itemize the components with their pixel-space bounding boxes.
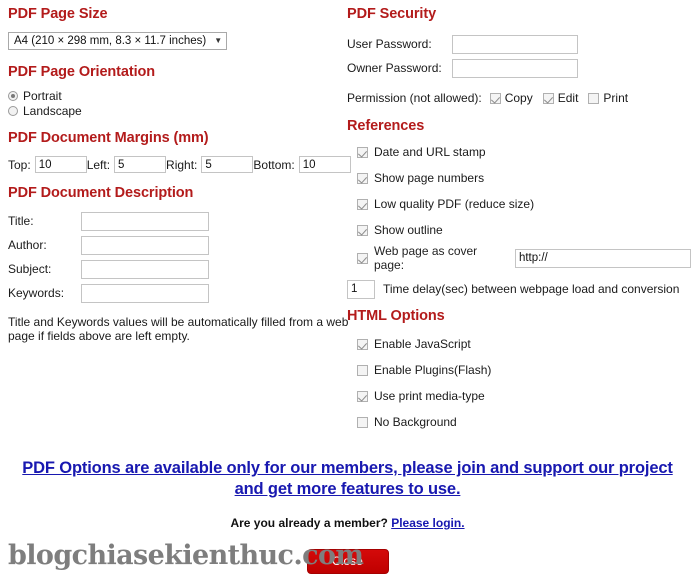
left-column: PDF Page Size A4 (210 × 298 mm, 8.3 × 11… (8, 6, 351, 343)
checkbox-show-outline-icon[interactable] (357, 224, 368, 236)
chevron-down-icon: ▼ (214, 36, 223, 45)
owner-password-label: Owner Password: (347, 61, 442, 75)
description-label-title: Title: (8, 214, 34, 228)
description-input-author[interactable] (81, 235, 209, 255)
checkbox-use-print-media-type-icon[interactable] (357, 390, 368, 402)
permission-label-edit: Edit (557, 91, 579, 105)
description-row-subject: Subject: (8, 257, 344, 281)
description-label-keywords: Keywords: (8, 286, 65, 300)
membership-promo-link[interactable]: PDF Options are available only for our m… (0, 450, 695, 500)
section-heading-pdf-document-margins: PDF Document Margins (mm) (8, 130, 209, 146)
section-heading-pdf-page-orientation: PDF Page Orientation (8, 64, 156, 80)
checkbox-enable-plugins-icon[interactable] (357, 364, 368, 376)
section-heading-html-options: HTML Options (347, 308, 445, 324)
checkbox-edit-icon[interactable] (542, 92, 554, 104)
description-input-title[interactable] (81, 211, 209, 231)
checkbox-row-show-outline[interactable]: Show outline (357, 222, 691, 238)
section-heading-pdf-page-size: PDF Page Size (8, 6, 108, 22)
checkbox-row-enable-plugins[interactable]: Enable Plugins(Flash) (357, 362, 691, 378)
checkbox-date-url-stamp-icon[interactable] (357, 146, 368, 158)
pdf-options-dialog: PDF Page Size A4 (210 × 298 mm, 8.3 × 11… (0, 0, 695, 582)
checkbox-low-quality-pdf-icon[interactable] (357, 198, 368, 210)
margin-label-top: Top: (8, 157, 31, 172)
checkbox-label-enable-plugins: Enable Plugins(Flash) (374, 363, 492, 377)
page-size-select-value: A4 (210 × 298 mm, 8.3 × 11.7 inches) (14, 35, 207, 47)
time-delay-label: Time delay(sec) between webpage load and… (383, 282, 680, 296)
section-heading-pdf-security: PDF Security (347, 6, 437, 22)
radio-row-landscape[interactable]: Landscape (8, 103, 344, 118)
description-note: Title and Keywords values will be automa… (8, 315, 349, 343)
description-row-keywords: Keywords: (8, 281, 344, 305)
user-password-input[interactable] (452, 34, 578, 54)
permission-row: Permission (not allowed): Copy Edit Prin… (347, 90, 691, 106)
checkbox-label-show-page-numbers: Show page numbers (374, 171, 485, 185)
margin-input-right[interactable] (201, 156, 254, 173)
permission-item-print[interactable]: Print (588, 91, 628, 105)
user-password-row: User Password: (347, 32, 691, 56)
description-input-subject[interactable] (81, 259, 209, 279)
permission-item-edit[interactable]: Edit (542, 91, 579, 105)
radio-landscape-icon[interactable] (8, 105, 18, 116)
checkbox-show-page-numbers-icon[interactable] (357, 172, 368, 184)
user-password-label: User Password: (347, 37, 432, 51)
checkbox-label-use-print-media-type: Use print media-type (374, 389, 485, 403)
checkbox-enable-javascript-icon[interactable] (357, 338, 368, 350)
owner-password-input[interactable] (452, 58, 578, 78)
permission-item-copy[interactable]: Copy (489, 91, 533, 105)
member-question-text: Are you already a member? (230, 516, 388, 530)
description-input-keywords[interactable] (81, 283, 209, 303)
time-delay-input[interactable] (347, 279, 375, 299)
section-heading-references: References (347, 118, 425, 134)
checkbox-row-low-quality-pdf[interactable]: Low quality PDF (reduce size) (357, 196, 691, 212)
checkbox-row-use-print-media-type[interactable]: Use print media-type (357, 388, 691, 404)
checkbox-row-no-background[interactable]: No Background (357, 414, 691, 430)
margin-input-left[interactable] (114, 156, 167, 173)
description-row-title: Title: (8, 209, 344, 233)
description-row-author: Author: (8, 233, 344, 257)
checkbox-label-cover-page: Web page as cover page: (374, 244, 478, 272)
login-link[interactable]: Please login. (391, 516, 464, 530)
checkbox-label-show-outline: Show outline (374, 223, 443, 237)
margin-label-bottom: Bottom: (253, 157, 295, 172)
radio-row-portrait[interactable]: Portrait (8, 88, 344, 103)
watermark: blogchiasekienthuc.com (8, 540, 364, 571)
member-question-row: Are you already a member? Please login. (0, 516, 695, 530)
checkbox-row-show-page-numbers[interactable]: Show page numbers (357, 170, 691, 186)
margin-label-right: Right: (166, 157, 198, 172)
permission-label: Permission (not allowed): (347, 91, 482, 105)
margin-label-left: Left: (86, 157, 111, 172)
radio-label-landscape: Landscape (23, 103, 82, 118)
page-size-select[interactable]: A4 (210 × 298 mm, 8.3 × 11.7 inches) ▼ (8, 32, 228, 50)
checkbox-label-low-quality-pdf: Low quality PDF (reduce size) (374, 197, 535, 211)
checkbox-row-enable-javascript[interactable]: Enable JavaScript (357, 336, 691, 352)
margin-input-top[interactable] (34, 156, 87, 173)
owner-password-row: Owner Password: (347, 56, 691, 80)
radio-portrait-icon[interactable] (8, 90, 18, 101)
right-column: PDF Security User Password: Owner Passwo… (347, 6, 691, 430)
permission-label-print: Print (603, 91, 629, 105)
cover-page-url-input[interactable] (514, 248, 691, 268)
checkbox-label-no-background: No Background (374, 415, 457, 429)
checkbox-label-date-url-stamp: Date and URL stamp (374, 145, 486, 159)
permission-label-copy: Copy (504, 91, 533, 105)
checkbox-label-enable-javascript: Enable JavaScript (374, 337, 471, 351)
description-label-author: Author: (8, 238, 47, 252)
checkbox-no-background-icon[interactable] (357, 416, 368, 428)
checkbox-row-cover-page[interactable]: Web page as cover page: (357, 244, 691, 272)
checkbox-print-icon[interactable] (588, 92, 600, 104)
checkbox-cover-page-icon[interactable] (357, 252, 368, 264)
references-list: Date and URL stamp Show page numbers Low… (347, 144, 691, 272)
section-heading-pdf-document-description: PDF Document Description (8, 185, 194, 201)
margin-input-bottom[interactable] (298, 156, 351, 173)
time-delay-row: Time delay(sec) between webpage load and… (347, 278, 691, 300)
description-label-subject: Subject: (8, 262, 52, 276)
margins-row: Top: Left: Right: Bottom: (8, 156, 351, 173)
checkbox-row-date-url-stamp[interactable]: Date and URL stamp (357, 144, 691, 160)
checkbox-copy-icon[interactable] (489, 92, 501, 104)
radio-label-portrait: Portrait (23, 88, 62, 103)
html-options-list: Enable JavaScript Enable Plugins(Flash) … (347, 336, 691, 430)
